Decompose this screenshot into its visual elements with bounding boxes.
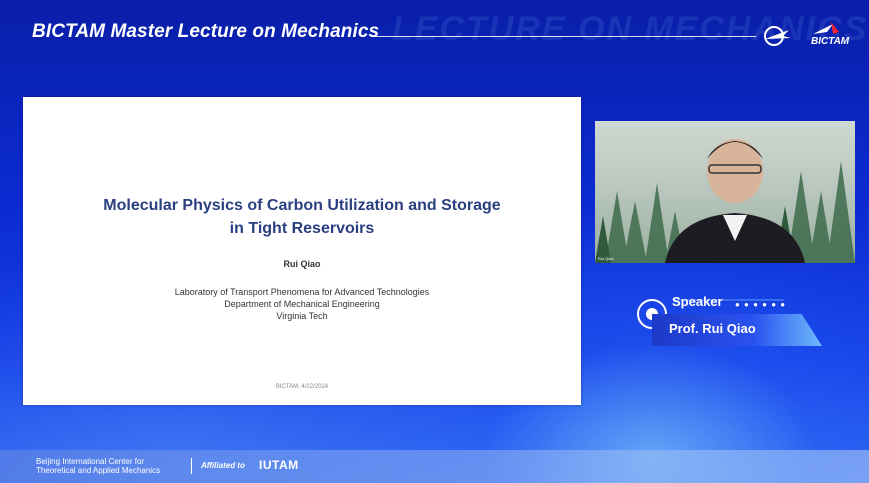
affiliation-line-2: Department of Mechanical Engineering bbox=[224, 299, 380, 309]
institution-name: Beijing International Center for Theoret… bbox=[36, 457, 160, 475]
slide-title: Molecular Physics of Carbon Utilization … bbox=[23, 194, 581, 240]
video-participant-label: Rui Qiao bbox=[598, 256, 614, 261]
slide-author: Rui Qiao bbox=[283, 259, 321, 269]
cstam-logo-icon bbox=[764, 26, 791, 46]
bictam-logo-text: BICTAM bbox=[811, 36, 850, 47]
affiliation-line-1: Laboratory of Transport Phenomena for Ad… bbox=[174, 287, 430, 297]
header-divider bbox=[372, 36, 756, 37]
affiliated-label: Affiliated to bbox=[201, 461, 245, 470]
speaker-video[interactable]: Rui Qiao bbox=[595, 121, 855, 263]
slide-footer: BICTAM, 4/22/2024 bbox=[275, 384, 329, 390]
institution-line-1: Beijing International Center for bbox=[36, 457, 145, 466]
header-bar: LECTURE ON MECHANICS BICTAM Master Lectu… bbox=[0, 0, 869, 72]
speaker-dots: ● ● ● ● ● ● bbox=[735, 300, 787, 309]
institution-line-2: Theoretical and Applied Mechanics bbox=[36, 466, 161, 475]
speaker-name: Prof. Rui Qiao bbox=[669, 321, 756, 336]
slide-affiliation: Laboratory of Transport Phenomena for Ad… bbox=[23, 286, 581, 322]
slide-title-line-1: Molecular Physics of Carbon Utilization … bbox=[103, 197, 501, 214]
header-watermark: LECTURE ON MECHANICS bbox=[392, 10, 869, 48]
iutam-logo: IUTAM bbox=[259, 458, 299, 472]
speaker-label: Speaker bbox=[672, 294, 723, 309]
affiliation-line-3: Virginia Tech bbox=[276, 311, 328, 321]
footer-divider bbox=[191, 458, 192, 474]
presentation-slide: Molecular Physics of Carbon Utilization … bbox=[23, 97, 581, 405]
forest-background-icon bbox=[595, 139, 855, 263]
slide-title-line-2: in Tight Reservoirs bbox=[229, 220, 375, 237]
page-title: BICTAM Master Lecture on Mechanics bbox=[32, 21, 380, 42]
